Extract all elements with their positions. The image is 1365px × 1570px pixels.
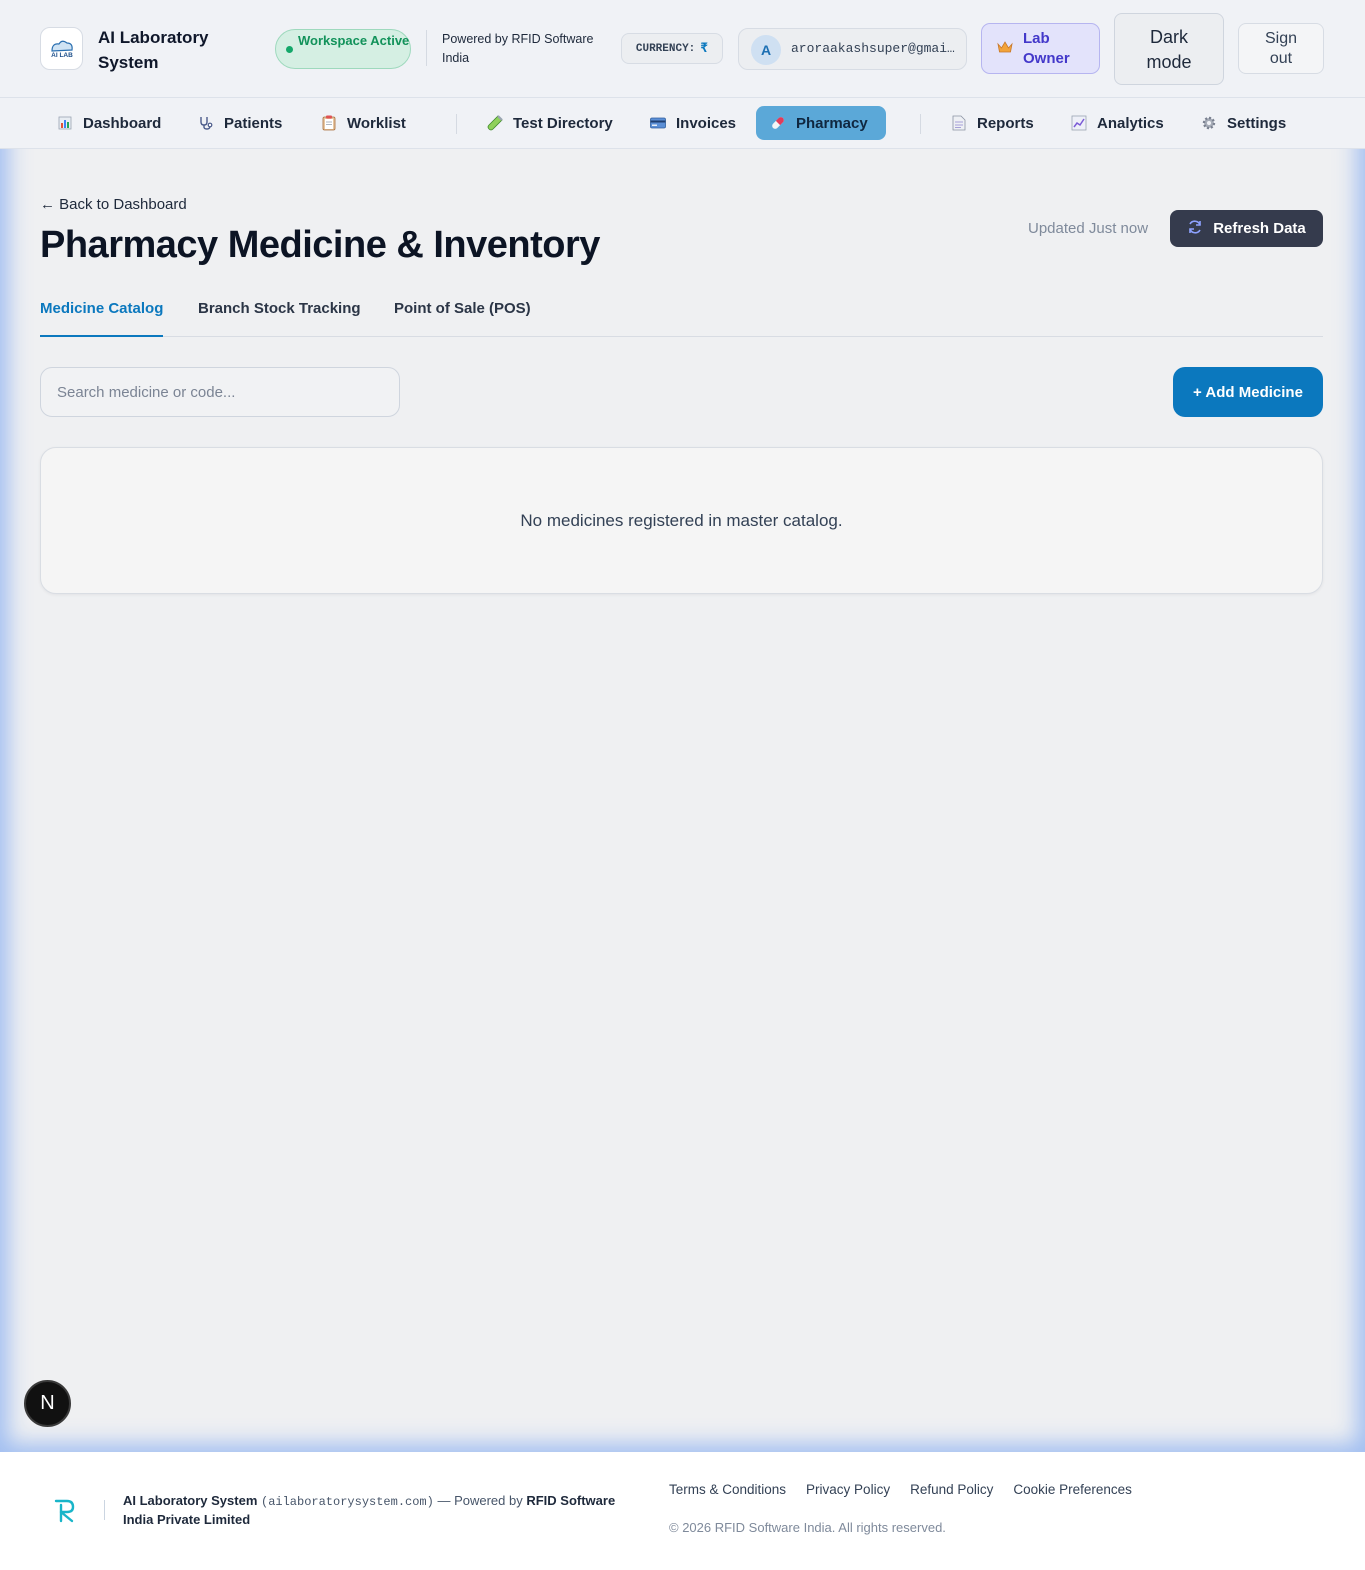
document-icon [951,115,967,131]
user-account-pill[interactable]: A aroraakashsuper@gmai… [738,28,967,70]
pill-icon [770,115,786,131]
tab-branch-stock-tracking[interactable]: Branch Stock Tracking [198,290,361,337]
header-divider [426,30,427,66]
dark-mode-label: Dark mode [1146,27,1192,72]
avatar: A [751,35,781,65]
nav-label: Test Directory [513,114,613,132]
bar-chart-icon [57,115,73,131]
app-title: AI Laboratory System [98,28,209,72]
copyright-text: © 2026 RFID Software India. All rights r… [669,1520,946,1535]
workspace-status-text: Workspace Active [298,33,410,48]
nav-item-reports[interactable]: Reports [937,106,1048,140]
status-dot-icon [286,46,293,53]
nav-divider [920,114,921,134]
nav-item-pharmacy[interactable]: Pharmacy [756,106,886,140]
user-email: aroraakashsuper@gmai… [791,41,955,56]
nav-item-patients[interactable]: Patients [184,106,296,140]
role-label: Lab Owner [1023,30,1070,67]
refresh-data-button[interactable]: Refresh Data [1170,210,1323,247]
clipboard-icon [321,115,337,131]
nav-label: Worklist [347,114,406,132]
refresh-label: Refresh Data [1213,220,1306,237]
back-to-dashboard-link[interactable]: ← Back to Dashboard [40,196,187,213]
nav-label: Settings [1227,114,1287,132]
site-footer: AI Laboratory System (ailaboratorysystem… [0,1452,1365,1570]
role-badge-button[interactable]: Lab Owner [981,23,1100,74]
nav-label: Pharmacy [796,114,868,132]
crown-icon [997,40,1013,60]
refund-link[interactable]: Refund Policy [910,1482,993,1497]
cookie-preferences-link[interactable]: Cookie Preferences [1013,1482,1132,1497]
nav-item-worklist[interactable]: Worklist [307,106,420,140]
nav-item-test-directory[interactable]: Test Directory [473,106,627,140]
tab-medicine-catalog[interactable]: Medicine Catalog [40,290,164,337]
currency-indicator[interactable]: CURRENCY: ₹ [621,33,723,64]
powered-by-text: Powered by RFID Software India [442,32,594,65]
credit-card-icon [650,115,666,131]
svg-text:AI LAB: AI LAB [51,52,73,59]
nav-item-settings[interactable]: Settings [1187,106,1300,140]
footer-links: Terms & Conditions Privacy Policy Refund… [669,1482,1132,1497]
footer-brand-text: AI Laboratory System (ailaboratorysystem… [123,1492,643,1529]
nav-label: Patients [224,114,283,132]
medicine-search-input[interactable] [40,367,400,417]
test-tube-icon [487,115,503,131]
footer-domain: (ailaboratorysystem.com) [261,1495,434,1509]
sign-out-button[interactable]: Sign out [1238,23,1324,74]
sign-out-label: Sign out [1264,30,1298,67]
footer-divider [104,1500,105,1520]
stethoscope-icon [198,115,214,131]
nav-label: Dashboard [83,114,162,132]
rfid-logo-icon [52,1497,78,1528]
add-medicine-button[interactable]: + Add Medicine [1173,367,1323,417]
currency-symbol: ₹ [700,41,709,56]
app-logo[interactable]: AI LAB [40,27,83,70]
currency-label: CURRENCY: [635,42,696,55]
privacy-link[interactable]: Privacy Policy [806,1482,890,1497]
terms-link[interactable]: Terms & Conditions [669,1482,786,1497]
empty-state-message: No medicines registered in master catalo… [520,510,843,530]
nav-item-analytics[interactable]: Analytics [1057,106,1178,140]
footer-brand-name: AI Laboratory System [123,1493,258,1508]
updated-timestamp: Updated Just now [1028,220,1149,237]
nav-label: Reports [977,114,1034,132]
pharmacy-tabs: Medicine Catalog Branch Stock Tracking P… [40,290,1323,337]
footer-powered-prefix: — Powered by [437,1493,523,1508]
nav-divider [456,114,457,134]
medicine-catalog-empty-state: No medicines registered in master catalo… [40,447,1323,594]
line-chart-icon [1071,115,1087,131]
workspace-status-badge: Workspace Active [275,29,411,69]
app-frame: AI LAB AI Laboratory System Workspace Ac… [0,0,1365,1452]
nav-label: Invoices [676,114,737,132]
top-header: AI LAB AI Laboratory System Workspace Ac… [0,0,1365,98]
gear-icon [1201,115,1217,131]
tab-point-of-sale[interactable]: Point of Sale (POS) [394,290,531,337]
dev-tools-badge[interactable]: N [24,1380,71,1427]
nav-label: Analytics [1097,114,1164,132]
lab-logo-icon: AI LAB [51,40,73,59]
dark-mode-button[interactable]: Dark mode [1114,13,1224,85]
refresh-icon [1187,219,1203,239]
nav-item-invoices[interactable]: Invoices [636,106,750,140]
page-title: Pharmacy Medicine & Inventory [40,224,600,266]
nav-item-dashboard[interactable]: Dashboard [43,106,175,140]
main-nav: Dashboard Patients Worklist Test Directo… [0,98,1365,149]
